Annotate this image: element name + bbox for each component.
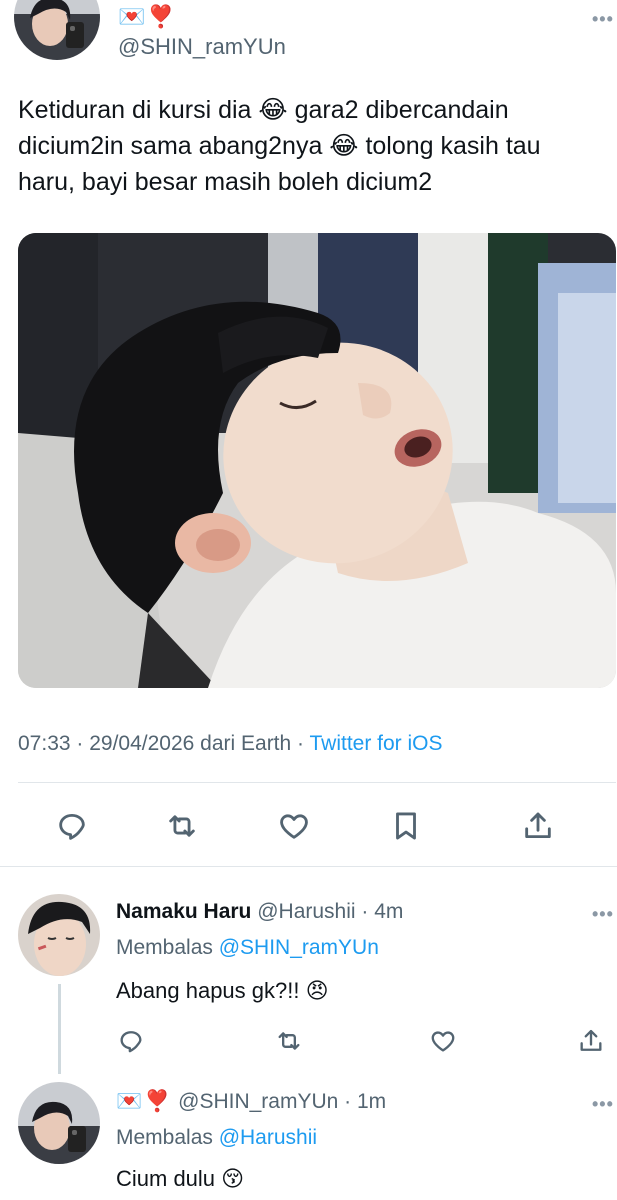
reply-icon	[120, 1031, 142, 1053]
retweet-icon	[169, 815, 195, 837]
share-button[interactable]	[574, 1024, 608, 1058]
reply-author-name[interactable]: 💌❣️	[116, 1090, 172, 1113]
replying-prefix: Membalas	[116, 936, 219, 959]
author-avatar[interactable]	[14, 0, 100, 60]
like-button[interactable]	[426, 1024, 460, 1058]
reply-button[interactable]	[114, 1024, 148, 1058]
reply-text: Abang hapus gk?!! 😠	[116, 978, 329, 1003]
author-handle[interactable]: @SHIN_ramYUn	[118, 34, 286, 60]
tweet-timestamp: 07:33 · 29/04/2026 dari Earth · Twitter …	[18, 732, 443, 756]
retweet-button[interactable]	[272, 1024, 306, 1058]
more-horizontal-icon[interactable]: •••	[592, 905, 614, 923]
tweet-text-line: Ketiduran di kursi dia 😂 gara2 dibercand…	[18, 96, 509, 124]
like-button[interactable]	[274, 806, 314, 846]
share-icon	[580, 1029, 602, 1051]
thread-connector-line	[58, 984, 61, 1074]
reply-header: 💌❣️ @SHIN_ramYUn · 1m	[116, 1090, 386, 1114]
tweet-text: Ketiduran di kursi dia 😂 gara2 dibercand…	[18, 92, 608, 200]
author-display-name[interactable]: 💌❣️	[118, 4, 177, 30]
more-horizontal-icon[interactable]: •••	[592, 1095, 614, 1113]
tweet-text-line: dicium2in sama abang2nya 😂 tolong kasih …	[18, 132, 541, 160]
heart-icon	[431, 1031, 455, 1052]
reply-avatar-haru[interactable]	[18, 894, 100, 976]
reply-avatar-shin[interactable]	[18, 1082, 100, 1164]
heart-icon	[280, 814, 308, 839]
replying-mention[interactable]: @SHIN_ramYUn	[219, 936, 379, 959]
tweet-text-line: haru, bayi besar masih boleh dicium2	[18, 168, 433, 196]
retweet-button[interactable]	[162, 806, 202, 846]
replying-to: Membalas @Harushii	[116, 1126, 317, 1150]
replying-prefix: Membalas	[116, 1126, 219, 1149]
reply-button[interactable]	[52, 806, 92, 846]
tweet-detail-page: 💌❣️ @SHIN_ramYUn ••• Ketiduran di kursi …	[0, 0, 617, 1200]
reply-text: Cium dulu 😚	[116, 1166, 245, 1191]
divider	[18, 782, 616, 783]
timestamp-text: 07:33 · 29/04/2026 dari Earth ·	[18, 732, 310, 755]
replying-to: Membalas @SHIN_ramYUn	[116, 936, 379, 960]
reply-handle-time[interactable]: @Harushii · 4m	[251, 900, 403, 923]
bookmark-icon	[396, 812, 416, 840]
reply-handle-time[interactable]: @SHIN_ramYUn · 1m	[172, 1090, 386, 1113]
share-button[interactable]	[518, 806, 558, 846]
divider	[0, 866, 617, 867]
reply-icon	[59, 813, 85, 840]
reply-header: Namaku Haru @Harushii · 4m	[116, 900, 403, 924]
reply-author-name[interactable]: Namaku Haru	[116, 900, 251, 923]
tweet-source-link[interactable]: Twitter for iOS	[309, 732, 442, 755]
share-icon	[525, 812, 551, 839]
retweet-icon	[278, 1032, 300, 1050]
bookmark-button[interactable]	[386, 806, 426, 846]
replying-mention[interactable]: @Harushii	[219, 1126, 317, 1149]
more-horizontal-icon[interactable]: •••	[592, 10, 614, 28]
tweet-photo[interactable]	[18, 233, 616, 688]
